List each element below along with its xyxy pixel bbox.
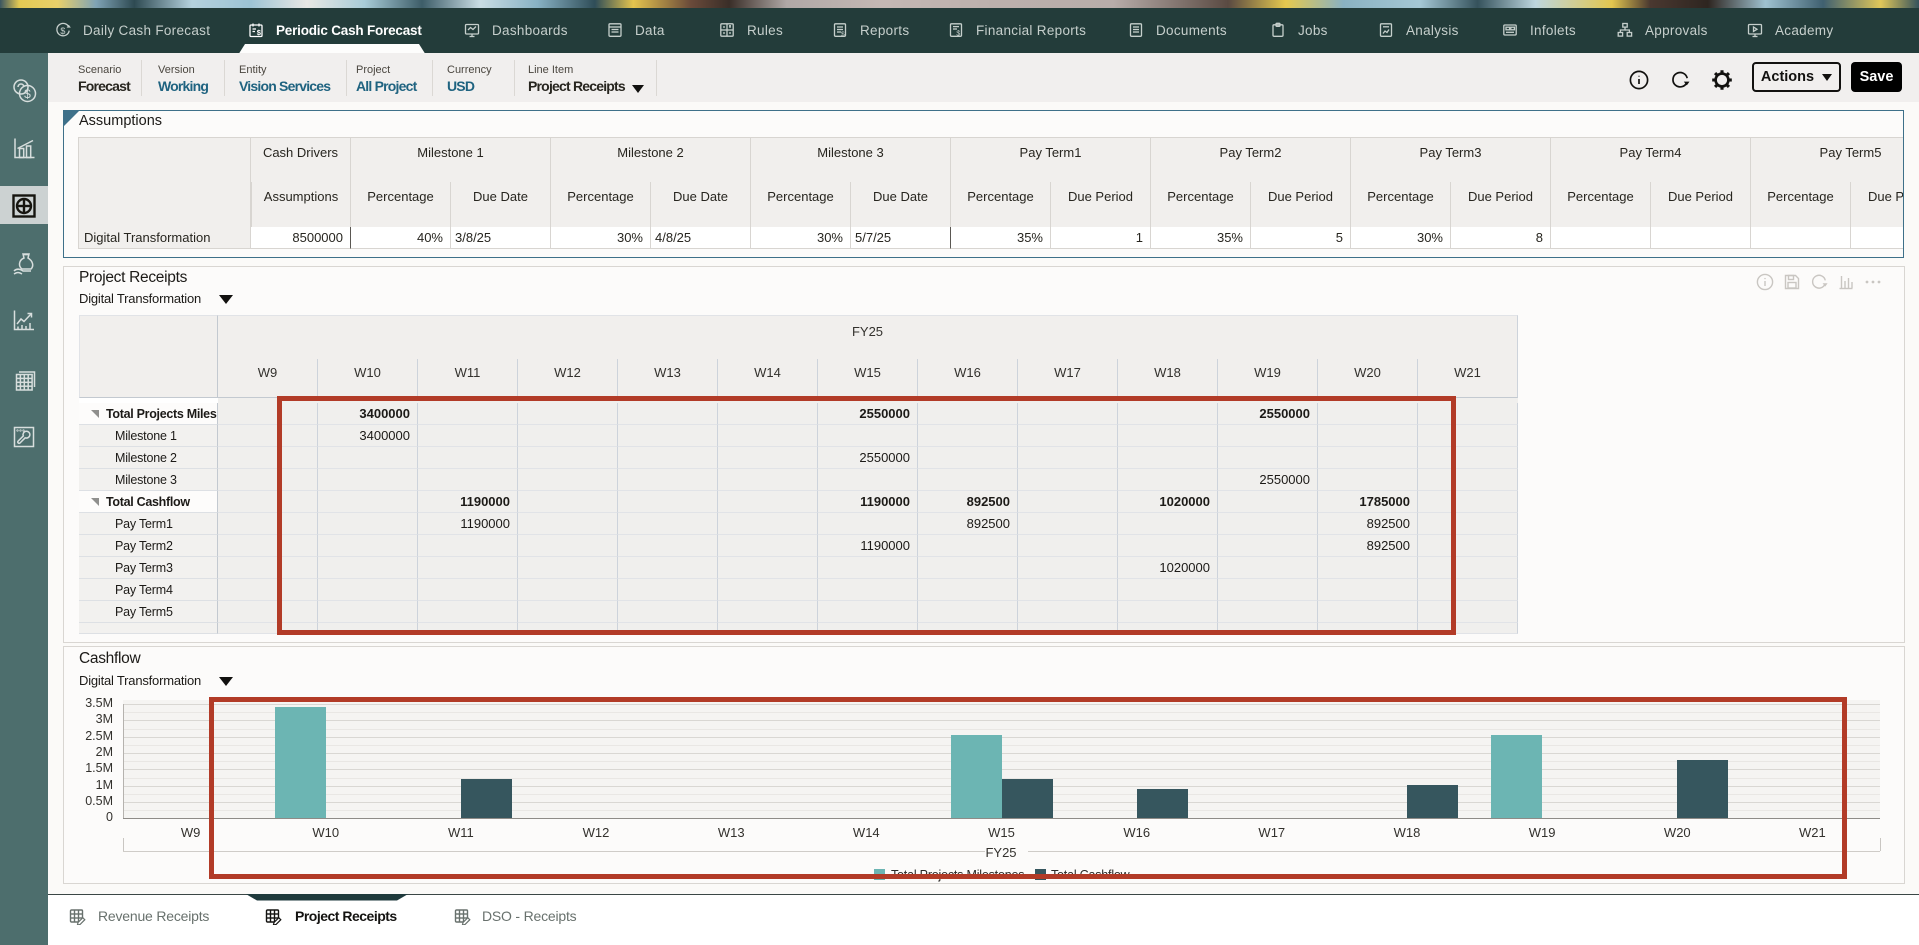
svg-text:$: $	[24, 87, 31, 101]
svg-text:$: $	[841, 31, 845, 38]
svg-text:$: $	[956, 31, 960, 38]
svg-text:$: $	[60, 26, 65, 36]
